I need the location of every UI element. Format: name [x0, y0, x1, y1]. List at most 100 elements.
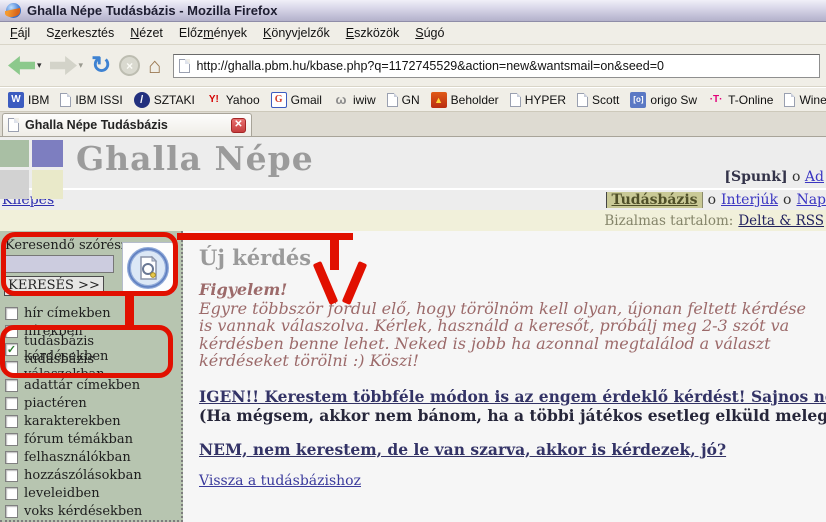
checkbox-icon[interactable] [5, 343, 18, 356]
nav-link-interjuk[interactable]: Interjúk [721, 192, 778, 208]
checkbox-tudasbazis-valaszokban[interactable]: tudásbázis válaszokban [5, 358, 177, 376]
reload-icon: ↻ [91, 54, 111, 78]
bookmark-tonline[interactable]: T-Online [704, 90, 777, 110]
window-title: Ghalla Népe Tudásbázis - Mozilla Firefox [27, 3, 277, 18]
menu-tools[interactable]: Eszközök [338, 23, 408, 43]
forward-button[interactable]: ▾ [48, 54, 86, 77]
firefox-icon [6, 3, 21, 18]
back-to-knowledgebase-link[interactable]: Vissza a tudásbázishoz [199, 473, 361, 489]
checkbox-icon[interactable] [5, 307, 18, 320]
navigation-toolbar: ▾ ▾ ↻ × ⌂ http://ghalla.pbm.hu/kbase.php… [0, 45, 826, 87]
site-nav-row: Kilépés Tudásbázis o Interjúk o Nap [0, 188, 826, 210]
checkbox-piacteren[interactable]: piactéren [5, 394, 177, 412]
nav-link-naplo[interactable]: Nap [796, 192, 826, 208]
reload-button[interactable]: ↻ [89, 52, 113, 80]
checkbox-icon[interactable] [5, 379, 18, 392]
menu-bookmarks[interactable]: Könyvjelzők [255, 23, 338, 43]
bookmark-hyper[interactable]: HYPER [506, 91, 570, 109]
nav-tab-tudasbazis[interactable]: Tudásbázis [606, 192, 702, 208]
no-search-link[interactable]: NEM, nem kerestem, de le van szarva, akk… [199, 440, 726, 459]
checkbox-felhasznalokban[interactable]: felhasználókban [5, 448, 177, 466]
site-logo [0, 140, 63, 199]
logo-square-green [0, 140, 29, 167]
t-online-icon [708, 92, 724, 108]
checkbox-icon[interactable] [5, 325, 18, 338]
tab-strip: Ghalla Népe Tudásbázis ✕ [0, 112, 826, 137]
username: [Spunk] [724, 169, 787, 185]
checkbox-hir-cimekben[interactable]: hír címekben [5, 304, 177, 322]
bookmark-gmail[interactable]: Gmail [267, 90, 326, 110]
bookmark-iwiw[interactable]: iwiw [329, 90, 380, 110]
checkbox-icon[interactable] [5, 433, 18, 446]
tab-ghalla-nepe[interactable]: Ghalla Népe Tudásbázis ✕ [2, 113, 252, 136]
warning-block: Figyelem! Egyre többször fordul elő, hog… [199, 281, 826, 370]
search-sidebar: Keresendő szórész: KERESÉS >> hír címekb… [0, 231, 183, 522]
gmail-icon [271, 92, 287, 108]
origo-icon [630, 92, 646, 108]
user-link[interactable]: Ad [805, 169, 824, 185]
bookmark-scott[interactable]: Scott [573, 91, 623, 109]
checkbox-voks-kerdesekben[interactable]: voks kérdésekben [5, 502, 177, 520]
bookmark-winehq[interactable]: Wine HQ [780, 91, 826, 109]
back-button[interactable]: ▾ [6, 54, 44, 77]
bookmarks-toolbar: IBM IBM ISSI SZTAKI Yahoo Gmail iwiw GN … [0, 87, 826, 112]
page-icon [60, 93, 71, 107]
checkbox-icon[interactable] [5, 505, 18, 518]
tab-close-icon[interactable]: ✕ [231, 118, 246, 133]
checkbox-icon[interactable] [5, 487, 18, 500]
window-titlebar: Ghalla Népe Tudásbázis - Mozilla Firefox [0, 0, 826, 22]
search-label: Keresendő szórész: [5, 238, 132, 253]
stop-button[interactable]: × [117, 53, 142, 78]
search-scope-list: hír címekben hírekben tudásbázis kérdése… [5, 304, 177, 520]
menu-history[interactable]: Előzmények [171, 23, 255, 43]
bookmark-sztaki[interactable]: SZTAKI [130, 90, 199, 110]
search-input[interactable] [4, 255, 114, 273]
site-nav-links: Tudásbázis o Interjúk o Nap [606, 192, 826, 208]
stop-icon: × [119, 55, 140, 76]
tab-favicon [8, 118, 19, 132]
home-icon: ⌂ [148, 55, 161, 77]
forward-dropdown-icon[interactable]: ▾ [79, 60, 84, 71]
page-icon [387, 93, 398, 107]
page-icon [577, 93, 588, 107]
logo-square-purple [32, 140, 63, 167]
w3-icon [8, 92, 24, 108]
site-header: Ghalla Népe [Spunk] o Ad [0, 137, 826, 188]
url-text: http://ghalla.pbm.hu/kbase.php?q=1172745… [196, 59, 663, 73]
search-document-icon-button[interactable] [122, 242, 174, 294]
bookmark-yahoo[interactable]: Yahoo [202, 90, 264, 110]
checkbox-leveleidben[interactable]: leveleidben [5, 484, 177, 502]
menu-view[interactable]: Nézet [122, 23, 171, 43]
menu-edit[interactable]: Szerkesztés [38, 23, 122, 43]
bookmark-gn[interactable]: GN [383, 91, 424, 109]
back-arrow-icon [8, 56, 35, 75]
checkbox-icon[interactable] [5, 415, 18, 428]
checkbox-icon[interactable] [5, 451, 18, 464]
url-bar[interactable]: http://ghalla.pbm.hu/kbase.php?q=1172745… [173, 54, 820, 78]
bookmark-origo[interactable]: origo Sw [626, 90, 701, 110]
page-content: Keresendő szórész: KERESÉS >> hír címekb… [0, 231, 826, 522]
main-content: Új kérdés Figyelem! Egyre többször fordu… [199, 231, 826, 489]
checkbox-icon[interactable] [5, 397, 18, 410]
back-dropdown-icon[interactable]: ▾ [37, 60, 42, 71]
bookmark-ibm[interactable]: IBM [4, 90, 53, 110]
yes-searched-link[interactable]: IGEN!! Kerestem többféle módon is az eng… [199, 387, 826, 406]
page-title: Új kérdés [199, 245, 826, 270]
site-favicon [179, 59, 190, 73]
checkbox-forum-temakban[interactable]: fórum témákban [5, 430, 177, 448]
bookmark-beholder[interactable]: Beholder [427, 90, 503, 110]
bookmark-ibm-issi[interactable]: IBM ISSI [56, 91, 126, 109]
checkbox-icon[interactable] [5, 469, 18, 482]
menu-help[interactable]: Súgó [407, 23, 452, 43]
checkbox-icon[interactable] [5, 361, 18, 374]
search-button[interactable]: KERESÉS >> [4, 276, 104, 296]
beholder-icon [431, 92, 447, 108]
document-magnifier-icon [126, 246, 170, 290]
iwiw-icon [333, 92, 349, 108]
site-title: Ghalla Népe [76, 139, 314, 178]
delta-rss-link[interactable]: Delta & RSS [738, 213, 824, 229]
checkbox-karakterekben[interactable]: karakterekben [5, 412, 177, 430]
home-button[interactable]: ⌂ [146, 53, 163, 79]
menu-file[interactable]: Fájl [2, 23, 38, 43]
checkbox-hozzaszolasokban[interactable]: hozzászólásokban [5, 466, 177, 484]
